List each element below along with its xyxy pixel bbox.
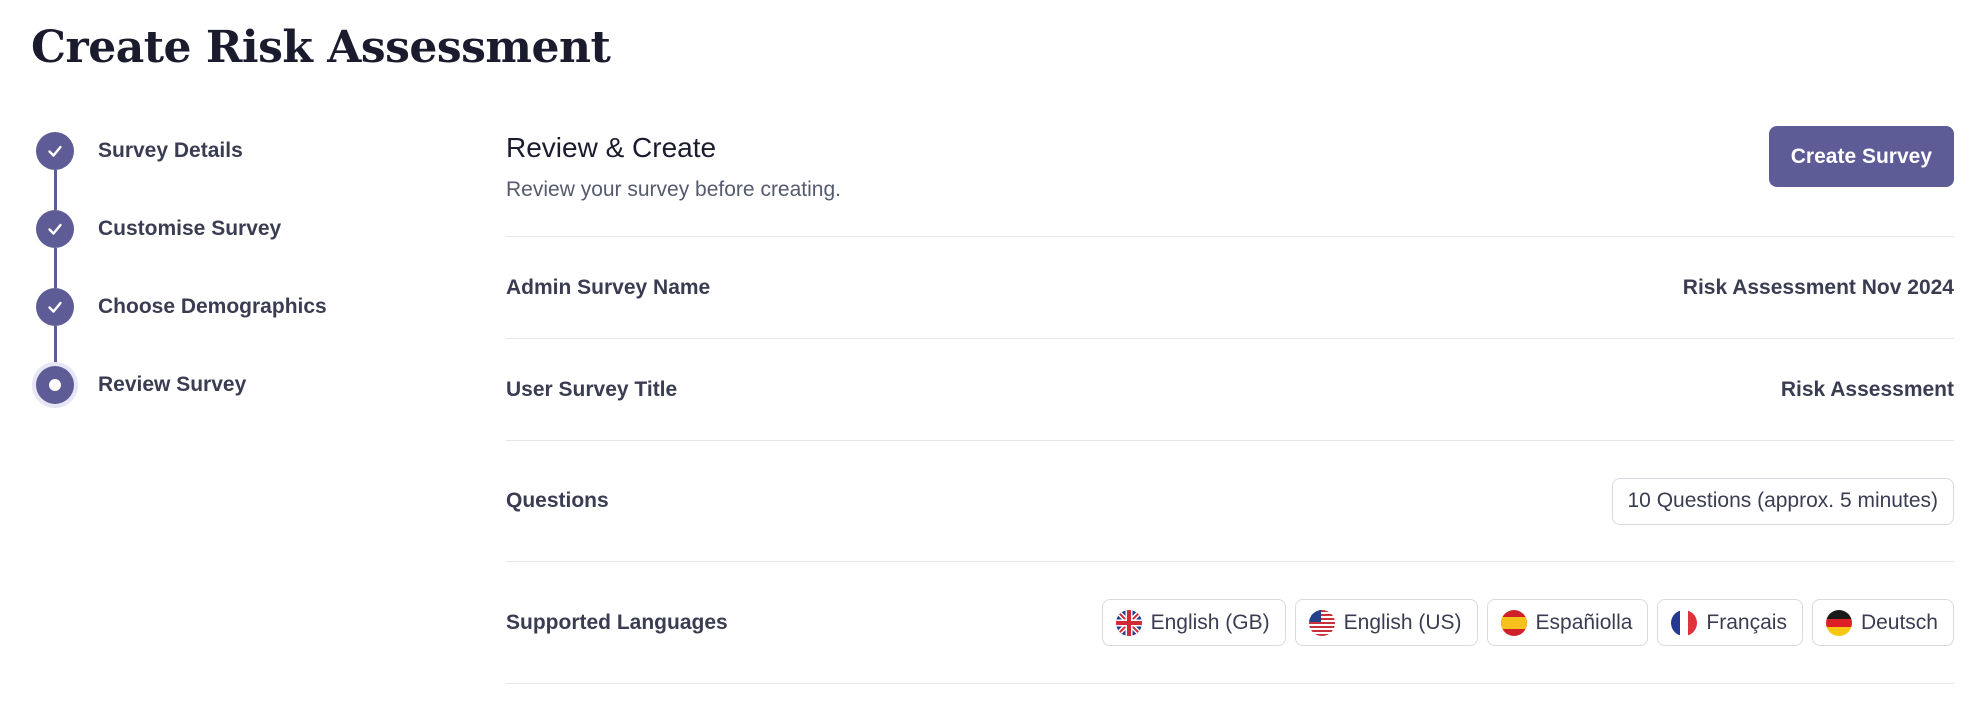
language-label: Français: [1706, 610, 1787, 634]
row-label: Admin Survey Name: [506, 275, 711, 299]
language-badge-fr: Français: [1657, 599, 1803, 646]
uk-flag-icon: [1115, 609, 1142, 636]
check-icon: [36, 132, 74, 170]
language-label: Deutsch: [1860, 610, 1938, 634]
step-customise-survey[interactable]: Customise Survey: [36, 210, 281, 248]
step-label: Survey Details: [98, 139, 243, 162]
germany-flag-icon: [1825, 609, 1852, 636]
spain-flag-icon: [1500, 609, 1527, 636]
language-badge-en-us: English (US): [1294, 599, 1478, 646]
language-badge-en-gb: English (GB): [1101, 599, 1286, 646]
create-survey-button[interactable]: Create Survey: [1768, 126, 1954, 187]
language-label: English (GB): [1150, 610, 1270, 634]
user-survey-title-row: User Survey Title Risk Assessment: [506, 339, 1954, 440]
language-label: English (US): [1343, 610, 1462, 634]
row-label: Questions: [506, 489, 609, 512]
step-review-survey[interactable]: Review Survey: [32, 362, 247, 408]
step-connector: [54, 326, 57, 366]
step-choose-demographics[interactable]: Choose Demographics: [36, 288, 327, 326]
step-label: Choose Demographics: [98, 295, 327, 318]
admin-survey-name-row: Admin Survey Name Risk Assessment Nov 20…: [506, 237, 1954, 338]
divider: [506, 683, 1954, 684]
language-badge-es: Españiolla: [1486, 599, 1649, 646]
step-survey-details[interactable]: Survey Details: [36, 132, 243, 170]
check-icon: [36, 288, 74, 326]
check-icon: [36, 210, 74, 248]
page-title: Create Risk Assessment: [31, 22, 611, 73]
current-step-icon: [32, 362, 78, 408]
section-subtitle: Review your survey before creating.: [506, 178, 841, 201]
admin-survey-name-value: Risk Assessment Nov 2024: [1682, 275, 1954, 299]
language-badge-de: Deutsch: [1811, 599, 1954, 646]
language-list: English (GB) English (US) Españiolla Fra…: [1101, 599, 1954, 646]
supported-languages-row: Supported Languages English (GB) English…: [506, 562, 1954, 683]
questions-count-badge: 10 Questions (approx. 5 minutes): [1611, 477, 1954, 525]
user-survey-title-value: Risk Assessment: [1780, 377, 1954, 401]
row-label: User Survey Title: [506, 377, 678, 401]
section-title: Review & Create: [506, 132, 717, 163]
france-flag-icon: [1671, 609, 1698, 636]
step-connector: [54, 170, 57, 210]
step-connector: [54, 248, 57, 288]
us-flag-icon: [1308, 609, 1335, 636]
step-label: Review Survey: [98, 373, 247, 396]
questions-row: Questions 10 Questions (approx. 5 minute…: [506, 441, 1954, 561]
row-label: Supported Languages: [506, 610, 728, 634]
language-label: Españiolla: [1535, 610, 1633, 634]
step-label: Customise Survey: [98, 217, 282, 240]
